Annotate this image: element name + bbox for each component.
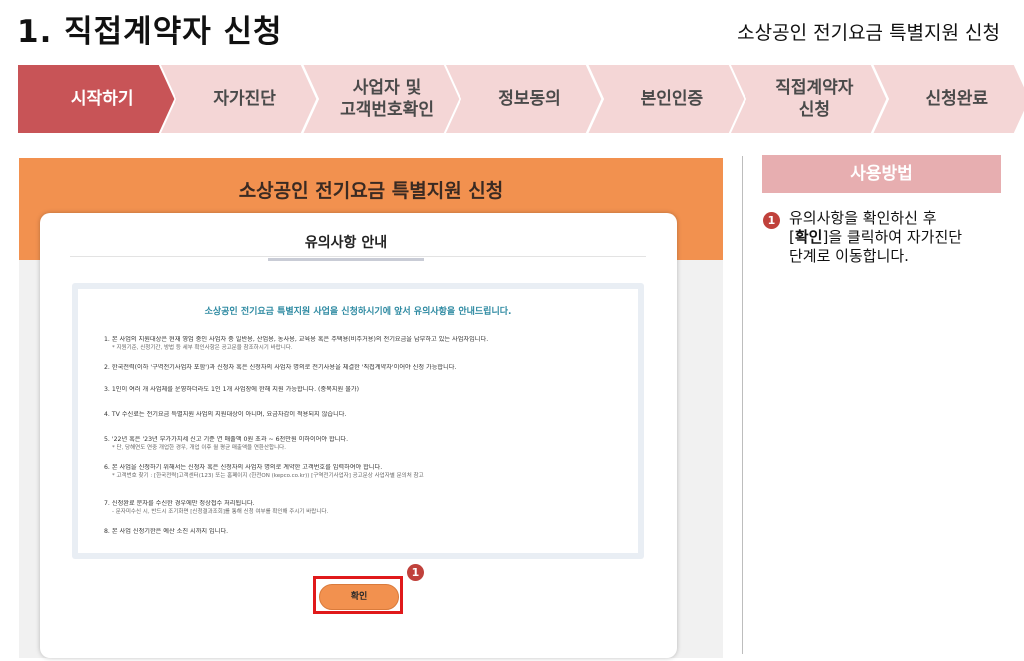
step-1: 시작하기: [17, 64, 176, 134]
step-label: 정보동의: [498, 89, 561, 109]
usage-guide-text: 유의사항을 확인하신 후 [확인]을 클릭하여 자가진단 단계로 이동합니다.: [789, 209, 963, 265]
page-subtitle: 소상공인 전기요금 특별지원 신청: [737, 22, 1000, 44]
step-7: 신청완료: [871, 64, 1024, 134]
notice-item: 8. 본 사업 신청기한은 예산 소진 시까지 입니다.: [104, 528, 229, 535]
notice-item: 6. 본 사업을 신청하기 위해서는 신청자 혹은 신청자의 사업자 명의로 계…: [104, 464, 424, 479]
step-label: 직접계약자 신청: [775, 78, 854, 120]
confirm-button[interactable]: 확인: [319, 584, 399, 610]
notice-item: 3. 1인이 여러 개 사업체를 운영하더라도 1인 1개 사업장에 한해 지원…: [104, 386, 360, 393]
step-label: 자가진단: [213, 89, 276, 109]
notice-item: 1. 본 사업의 지원대상은 현재 영업 중인 사업자 중 일반용, 산업용, …: [104, 336, 489, 351]
modal-title: 소상공인 전기요금 특별지원 신청: [238, 180, 504, 202]
step-5: 본인인증: [586, 64, 746, 134]
notice-box: 소상공인 전기요금 특별지원 사업을 신청하시기에 앞서 유의사항을 안내드립니…: [78, 289, 638, 553]
progress-steps: 시작하기 자가진단 사업자 및 고객번호확인 정보동의 본인인증 직접계약자 신청 신청완료: [17, 64, 1024, 134]
step-label: 신청완료: [925, 89, 989, 109]
step-label: 사업자 및 고객번호확인: [340, 78, 434, 120]
tab-underline: [70, 256, 646, 257]
step-3: 사업자 및 고객번호확인: [301, 64, 461, 134]
notice-heading: 소상공인 전기요금 특별지원 사업을 신청하시기에 앞서 유의사항을 안내드립니…: [204, 307, 512, 317]
step-6: 직접계약자 신청: [729, 64, 888, 134]
step-label: 본인인증: [640, 89, 704, 109]
page-title: 1. 직접계약자 신청: [17, 14, 283, 50]
notice-item: 4. TV 수신료는 전기요금 특별지원 사업의 지원대상이 아니며, 요금차감…: [104, 411, 347, 418]
vertical-divider: [742, 156, 743, 654]
step-2: 자가진단: [159, 64, 318, 134]
notice-item: 2. 한국전력(이하 '구역전기사업자 포함')과 신청자 혹은 신청자의 사업…: [104, 364, 457, 371]
step-marker-badge: 1: [407, 564, 424, 581]
usage-guide-header: 사용방법: [762, 155, 1001, 193]
notice-item: 5. '22년 혹은 '23년 부가가치세 신고 기준 연 매출액 0원 초과 …: [104, 436, 349, 451]
step-4: 정보동의: [444, 64, 603, 134]
notice-item: 7. 신청완료 문자를 수신한 경우에만 정상접수 처리됩니다. - 문자미수신 …: [104, 500, 329, 515]
step-label: 시작하기: [70, 89, 134, 109]
guide-marker-badge: 1: [763, 212, 780, 229]
